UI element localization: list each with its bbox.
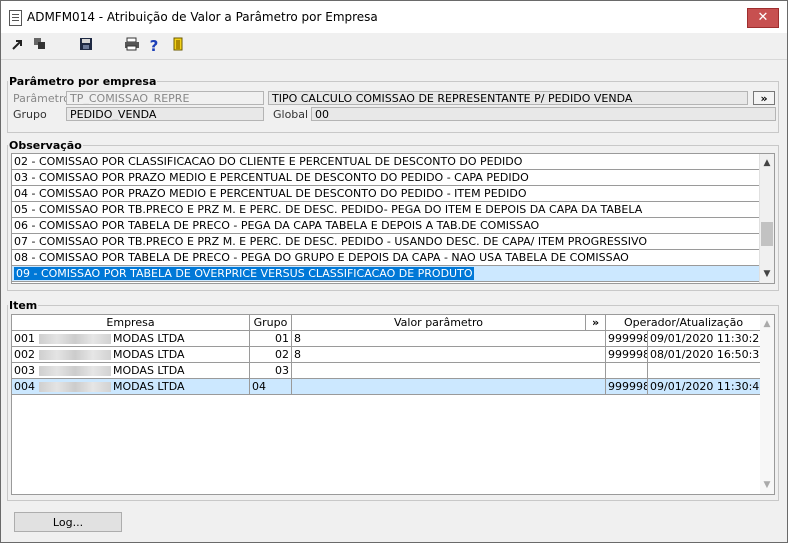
obs-line[interactable]: 02 - COMISSAO POR CLASSIFICACAO DO CLIEN… [12, 154, 761, 170]
obs-line[interactable]: 08 - COMISSAO POR TABELA DE PRECO - PEGA… [12, 250, 761, 266]
cell-operador: 999998 [606, 379, 648, 395]
title-bar: ADMFM014 - Atribuição de Valor a Parâmet… [1, 1, 787, 33]
obs-scrollbar[interactable]: ▲ ▼ [759, 154, 774, 283]
cell-valor[interactable]: 8 [292, 347, 606, 363]
item-grid[interactable]: Empresa Grupo Valor parâmetro » Operador… [11, 314, 775, 495]
valor-more-button[interactable]: » [586, 315, 606, 331]
col-valor[interactable]: Valor parâmetro [292, 315, 586, 331]
scroll-down-icon[interactable]: ▼ [760, 478, 774, 492]
cell-data: 09/01/2020 11:30:28 [648, 331, 762, 347]
document-icon [9, 10, 22, 26]
cell-data [648, 363, 762, 379]
grid-scrollbar[interactable]: ▲ ▼ [760, 315, 774, 494]
redacted-name [39, 350, 111, 360]
obs-line-selected[interactable]: 09 - COMISSAO POR TABELA DE OVERPRICE VE… [12, 266, 761, 282]
obs-list[interactable]: 02 - COMISSAO POR CLASSIFICACAO DO CLIEN… [11, 153, 775, 284]
table-row-selected[interactable]: 004 MODAS LTDA [12, 379, 250, 395]
cell-operador: 999998 [606, 331, 648, 347]
obs-line[interactable]: 04 - COMISSAO POR PRAZO MEDIO E PERCENTU… [12, 186, 761, 202]
scroll-down-icon[interactable]: ▼ [760, 267, 774, 281]
parametro-label: Parâmetro [13, 92, 70, 105]
obs-line[interactable]: 07 - COMISSAO POR TB.PRECO E PRZ M. E PE… [12, 234, 761, 250]
cell-operador [606, 363, 648, 379]
param-more-button[interactable]: » [753, 91, 775, 105]
cell-grupo[interactable]: 03 [250, 363, 292, 379]
help-icon[interactable]: ? [145, 37, 163, 55]
log-button[interactable]: Log... [14, 512, 122, 532]
table-row[interactable]: 003 MODAS LTDA [12, 363, 250, 379]
save-icon[interactable] [77, 37, 95, 55]
obs-line[interactable]: 06 - COMISSAO POR TABELA DE PRECO - PEGA… [12, 218, 761, 234]
redacted-name [39, 366, 111, 376]
cell-grupo[interactable]: 04 [250, 379, 292, 395]
toolbar: ? [1, 33, 787, 60]
cell-operador: 999998 [606, 347, 648, 363]
window-title: ADMFM014 - Atribuição de Valor a Parâmet… [27, 10, 378, 24]
obs-line[interactable]: 03 - COMISSAO POR PRAZO MEDIO E PERCENTU… [12, 170, 761, 186]
col-grupo[interactable]: Grupo [250, 315, 292, 331]
cell-grupo[interactable]: 02 [250, 347, 292, 363]
scroll-up-icon[interactable]: ▲ [760, 156, 774, 170]
table-row[interactable]: 002 MODAS LTDA [12, 347, 250, 363]
obs-line[interactable]: 05 - COMISSAO POR TB.PRECO E PRZ M. E PE… [12, 202, 761, 218]
cell-cod: 003 [14, 364, 35, 377]
global-field: 00 [311, 107, 776, 121]
item-legend: Item [9, 299, 38, 312]
table-row[interactable]: 001 MODAS LTDA [12, 331, 250, 347]
cell-data: 08/01/2020 16:50:36 [648, 347, 762, 363]
cell-nome: MODAS LTDA [113, 380, 185, 393]
exit-icon[interactable] [169, 37, 187, 55]
redacted-name [39, 334, 111, 344]
cell-cod: 004 [14, 380, 35, 393]
cell-valor[interactable] [292, 363, 606, 379]
cell-cod: 001 [14, 332, 35, 345]
obs-line-selected-text: 09 - COMISSAO POR TABELA DE OVERPRICE VE… [14, 267, 475, 280]
cell-valor[interactable] [292, 379, 606, 395]
scroll-up-icon[interactable]: ▲ [760, 317, 774, 331]
cell-nome: MODAS LTDA [113, 332, 185, 345]
col-empresa[interactable]: Empresa [12, 315, 250, 331]
scroll-thumb[interactable] [761, 222, 773, 246]
grupo-field: PEDIDO_VENDA [66, 107, 264, 121]
cell-data: 09/01/2020 11:30:40 [648, 379, 762, 395]
cell-nome: MODAS LTDA [113, 364, 185, 377]
close-button[interactable]: ✕ [747, 8, 779, 28]
grupo-label: Grupo [13, 108, 47, 121]
param-legend: Parâmetro por empresa [9, 75, 157, 88]
cell-cod: 002 [14, 348, 35, 361]
cell-grupo[interactable]: 01 [250, 331, 292, 347]
print-icon[interactable] [123, 37, 141, 55]
parametro-field[interactable]: TP_COMISSAO_REPRE [66, 91, 264, 105]
global-label: Global [273, 108, 309, 121]
col-operador[interactable]: Operador/Atualização [606, 315, 762, 331]
redacted-name [39, 382, 111, 392]
main-window: ADMFM014 - Atribuição de Valor a Parâmet… [0, 0, 788, 543]
obs-legend: Observação [9, 139, 82, 152]
copy-icon[interactable] [31, 37, 49, 55]
new-icon[interactable] [9, 37, 27, 55]
cell-nome: MODAS LTDA [113, 348, 185, 361]
descricao-field: TIPO CALCULO COMISSAO DE REPRESENTANTE P… [268, 91, 748, 105]
cell-valor[interactable]: 8 [292, 331, 606, 347]
